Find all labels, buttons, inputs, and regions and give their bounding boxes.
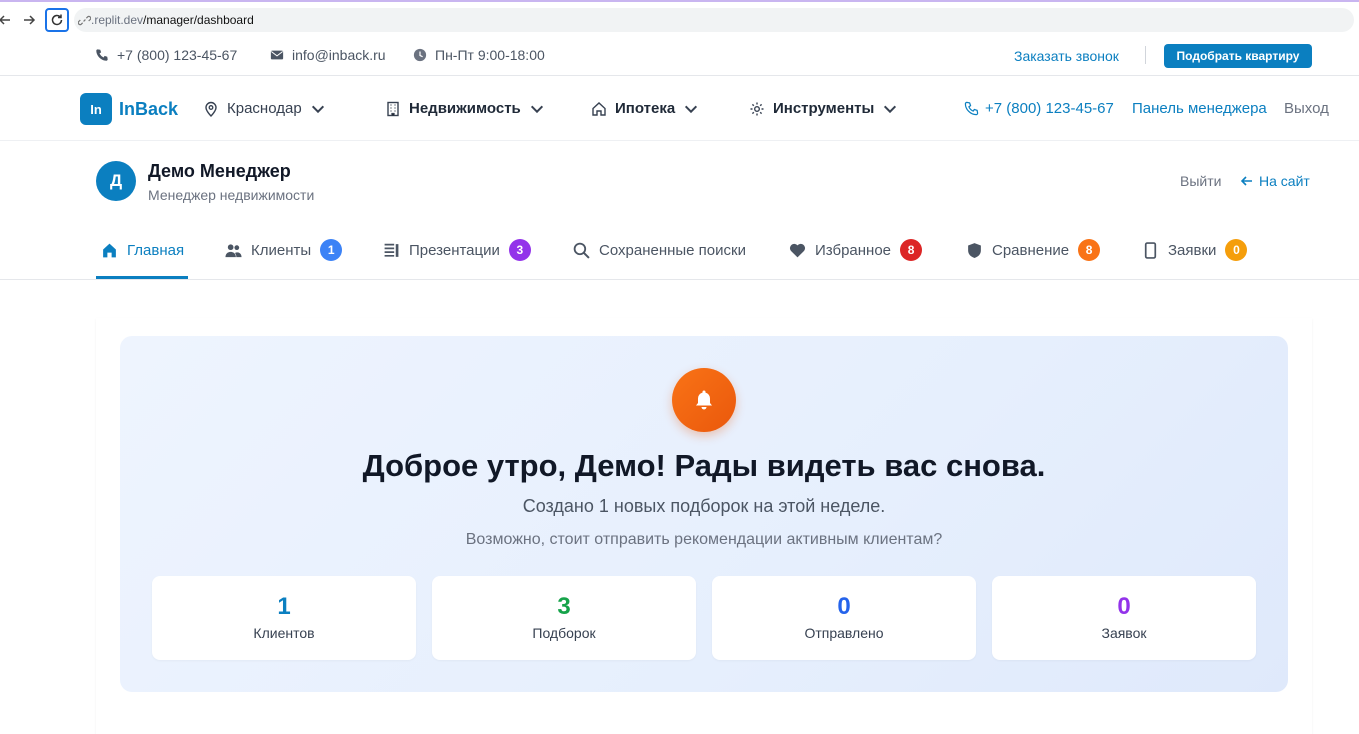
tab-saved-searches[interactable]: Сохраненные поиски [573, 236, 746, 264]
favorites-badge: 8 [900, 239, 923, 261]
shield-icon [968, 242, 981, 258]
greeting-hint: Возможно, стоит отправить рекомендации а… [465, 531, 943, 548]
stat-value: 0 [1117, 593, 1131, 620]
main-header: In InBack Краснодар Недвижимость Ипотека… [0, 77, 1359, 141]
tab-clients-label: Клиенты [251, 241, 312, 259]
dashboard-tabs: Главная Клиенты 1 Презентации 3 Сохранен… [0, 222, 1359, 280]
gear-icon [750, 102, 764, 115]
nav-tools-label: Инструменты [773, 100, 875, 117]
reload-icon [51, 14, 63, 26]
phone-device-icon [1144, 241, 1157, 259]
notification-bell [672, 368, 736, 432]
heart-icon [789, 243, 806, 257]
reload-button[interactable] [45, 8, 69, 32]
stat-label: Отправлено [804, 625, 884, 641]
greeting-title: Доброе утро, Демо! Рады видеть вас снова… [362, 448, 1046, 483]
topbar-hours-text: Пн-Пт 9:00-18:00 [435, 47, 545, 63]
url-path: /manager/dashboard [143, 13, 254, 27]
back-icon[interactable] [0, 9, 16, 31]
tab-saved-searches-label: Сохраненные поиски [599, 241, 746, 259]
topbar-email[interactable]: info@inback.ru [270, 47, 386, 63]
nav-realty[interactable]: Недвижимость [385, 100, 545, 117]
compare-badge: 8 [1078, 239, 1101, 261]
stat-card-clients: 1 Клиентов [152, 576, 416, 660]
tab-presentations[interactable]: Презентации 3 [383, 236, 531, 264]
tab-presentations-label: Презентации [409, 241, 500, 259]
phone-icon [964, 101, 979, 116]
requests-badge: 0 [1225, 239, 1248, 261]
stat-label: Заявок [1101, 625, 1147, 641]
bell-icon [696, 390, 712, 410]
city-selector[interactable]: Краснодар [203, 100, 326, 117]
topbar-email-text: info@inback.ru [292, 47, 386, 63]
nav-tools[interactable]: Инструменты [749, 100, 898, 117]
profile-role: Менеджер недвижимости [148, 187, 315, 203]
active-tab-indicator [96, 276, 188, 279]
stat-label: Клиентов [253, 625, 315, 641]
profile-name: Демо Менеджер [148, 161, 291, 181]
header-phone[interactable]: +7 (800) 123-45-67 [964, 100, 1114, 117]
divider [1145, 46, 1146, 64]
chevron-down-icon [530, 105, 543, 113]
tab-compare[interactable]: Сравнение 8 [966, 236, 1101, 264]
arrow-left-icon [1240, 176, 1252, 186]
nav-realty-label: Недвижимость [409, 100, 521, 117]
stat-value: 1 [277, 593, 291, 620]
top-info-bar: +7 (800) 123-45-67 info@inback.ru Пн-Пт … [0, 36, 1359, 76]
phone-icon [96, 49, 108, 61]
home-icon [592, 101, 606, 116]
logout-link[interactable]: Выйти [1180, 173, 1221, 189]
stat-card-sent: 0 Отправлено [712, 576, 976, 660]
logo-mark[interactable]: In [80, 93, 112, 125]
pick-apartment-button[interactable]: Подобрать квартиру [1164, 44, 1312, 68]
url-domain: .replit.dev [91, 13, 144, 27]
topbar-hours: Пн-Пт 9:00-18:00 [413, 47, 545, 63]
map-pin-icon [205, 101, 217, 117]
welcome-panel: Доброе утро, Демо! Рады видеть вас снова… [120, 336, 1288, 692]
city-label: Краснодар [227, 100, 302, 117]
presentations-badge: 3 [508, 239, 531, 261]
tab-home[interactable]: Главная [101, 236, 184, 264]
chevron-down-icon [884, 105, 897, 113]
clock-icon [413, 48, 427, 62]
chevron-down-icon [311, 105, 324, 113]
logo-text[interactable]: InBack [119, 99, 178, 120]
tab-favorites-label: Избранное [815, 241, 892, 259]
search-icon [573, 242, 590, 259]
stat-label: Подборок [532, 625, 596, 641]
home-icon [103, 243, 116, 257]
mail-icon [270, 50, 284, 60]
clients-badge: 1 [320, 239, 343, 261]
exit-link[interactable]: Выход [1284, 100, 1329, 117]
users-icon [225, 243, 242, 257]
building-icon [387, 101, 399, 116]
forward-icon[interactable] [18, 9, 40, 31]
address-bar[interactable]: .replit.dev/manager/dashboard [74, 8, 1354, 32]
link-icon [78, 15, 91, 25]
topbar-phone[interactable]: +7 (800) 123-45-67 [95, 47, 237, 63]
chevron-down-icon [685, 105, 698, 113]
presentation-icon [384, 243, 399, 257]
tab-requests[interactable]: Заявки 0 [1142, 236, 1248, 264]
stat-value: 0 [837, 593, 851, 620]
callback-link[interactable]: Заказать звонок [1014, 48, 1119, 64]
stat-card-selections: 3 Подборок [432, 576, 696, 660]
avatar: Д [96, 161, 136, 201]
header-phone-text: +7 (800) 123-45-67 [985, 100, 1114, 117]
tab-home-label: Главная [127, 241, 185, 259]
tab-requests-label: Заявки [1168, 241, 1217, 259]
nav-mortgage[interactable]: Ипотека [591, 100, 699, 117]
tab-compare-label: Сравнение [992, 241, 1070, 259]
topbar-phone-text: +7 (800) 123-45-67 [117, 47, 238, 63]
nav-mortgage-label: Ипотека [615, 100, 676, 117]
manager-panel-link[interactable]: Панель менеджера [1132, 100, 1267, 117]
to-site-link[interactable]: На сайт [1240, 173, 1310, 189]
greeting-subtitle: Создано 1 новых подборок на этой неделе. [522, 496, 886, 516]
browser-toolbar: .replit.dev/manager/dashboard [0, 0, 1359, 36]
stat-card-requests: 0 Заявок [992, 576, 1256, 660]
tab-favorites[interactable]: Избранное 8 [789, 236, 923, 264]
to-site-label: На сайт [1259, 173, 1310, 189]
tab-clients[interactable]: Клиенты 1 [225, 236, 343, 264]
stat-value: 3 [557, 593, 571, 620]
